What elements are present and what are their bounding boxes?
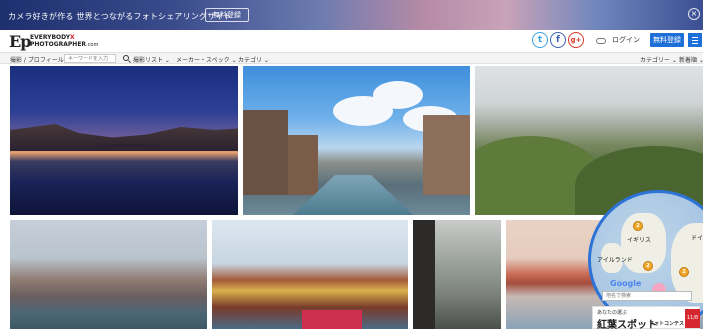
twitter-icon[interactable]: t (532, 32, 548, 48)
photo-detail (243, 110, 288, 195)
map-pin[interactable]: 2 (679, 267, 689, 277)
logo-line1: EVERYBODY (30, 34, 71, 41)
photo-detail (373, 81, 423, 109)
google-plus-icon[interactable]: g+ (568, 32, 584, 48)
ad-date-badge: 11/8 (685, 309, 700, 328)
toggle-icon[interactable] (596, 38, 606, 44)
maker-spec-dropdown[interactable]: メーカー・スペック ⌄ (176, 55, 237, 64)
photo-florence-night[interactable] (10, 66, 238, 215)
promo-banner: カメラ好きが作る 世界とつながるフォトシェアリングサイト 無料登録 × (0, 0, 703, 30)
photo-detail (95, 144, 165, 150)
promo-text: カメラ好きが作る 世界とつながるフォトシェアリングサイト (8, 12, 232, 21)
photo-detail (413, 220, 435, 329)
login-link[interactable]: ログイン (612, 35, 640, 45)
sort-dropdown[interactable]: 新着順 ⌄ (679, 55, 703, 64)
register-button[interactable]: 無料登録 (650, 33, 684, 47)
search-icon[interactable] (123, 55, 129, 61)
logo-text[interactable]: EVERYBODYX PHOTOGRAPHER.com (30, 34, 98, 49)
popular-list-dropdown[interactable]: 撮影リスト ⌄ (133, 55, 170, 64)
promo-register-button[interactable]: 無料登録 (205, 8, 249, 22)
logo-com: .com (86, 42, 99, 48)
right-category-dropdown[interactable]: カテゴリー ⌄ (640, 55, 677, 64)
google-logo: Google (610, 279, 642, 288)
filter-bar: 撮影 / プロフィール名 ⌄ 撮影リスト ⌄ メーカー・スペック ⌄ カテゴリ … (0, 52, 703, 64)
map-label-germany: ドイツ (691, 235, 703, 242)
photo-detail (423, 115, 470, 195)
map-label-ireland: アイルランド (597, 257, 633, 264)
photo-amsterdam-canal[interactable] (243, 66, 470, 215)
facebook-icon[interactable]: f (550, 32, 566, 48)
site-header: Ep EVERYBODYX PHOTOGRAPHER.com t f g+ ログ… (0, 30, 703, 52)
logo-x: X (70, 34, 75, 41)
photo-street-buildings[interactable] (413, 220, 501, 329)
photo-venice-colorful-houses[interactable] (212, 220, 408, 329)
category-dropdown[interactable]: カテゴリ ⌄ (238, 55, 269, 64)
keyword-input[interactable] (64, 54, 116, 63)
ad-title: 紅葉スポット (597, 320, 657, 329)
close-icon[interactable]: × (688, 8, 700, 20)
map-search-input[interactable] (602, 291, 692, 301)
photo-detail (302, 310, 362, 329)
map-pin[interactable]: 2 (633, 221, 643, 231)
map-pin[interactable]: 2 (643, 261, 653, 271)
photo-detail (288, 135, 318, 195)
photo-venice-grand-canal[interactable] (10, 220, 207, 329)
ad-subtitle: フォトコンテスト (649, 321, 690, 327)
ad-small-text: あなたの選ぶ (597, 310, 628, 316)
hamburger-menu-icon[interactable] (688, 33, 702, 47)
logo-mark[interactable]: Ep (9, 32, 31, 51)
contest-ad[interactable]: あなたの選ぶ 紅葉スポット フォトコンテスト 11/8 (592, 306, 700, 329)
logo-line2: PHOTOGRAPHER (30, 41, 87, 48)
map-label-uk: イギリス (627, 237, 652, 244)
